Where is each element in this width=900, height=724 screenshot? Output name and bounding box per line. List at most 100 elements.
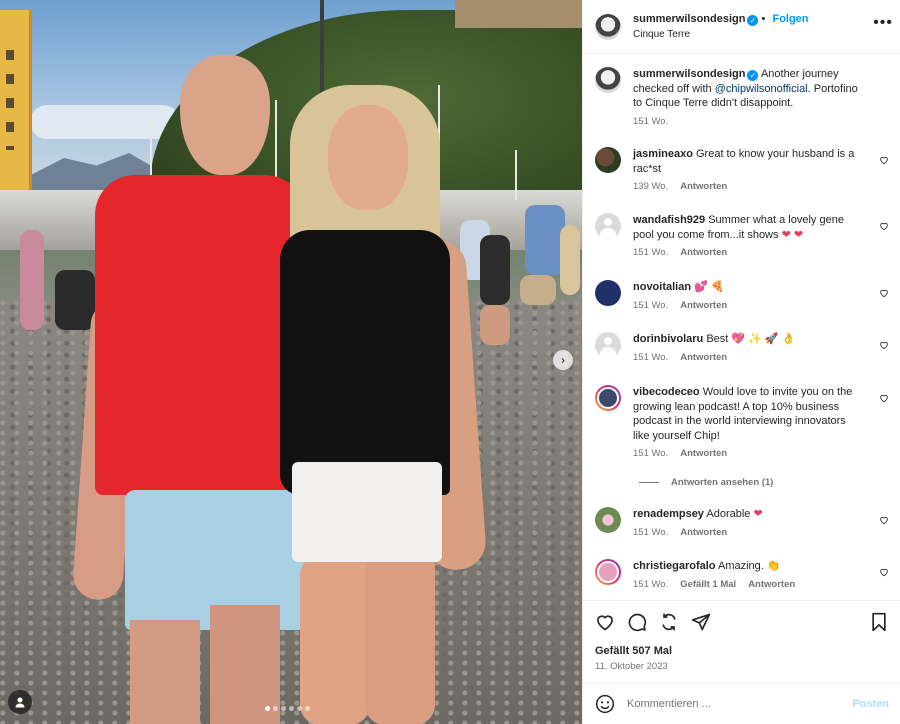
commenter-avatar[interactable] [595,213,621,239]
photo-fort [455,0,582,28]
comment-item: dorinbivolaru Best 💖 ✨ 🚀 👌 151 Wo. Antwor… [595,332,891,365]
comment-age: 151 Wo. [633,526,669,538]
comment-body: renadempsey Adorable ❤ 151 Wo. Antworten [633,507,863,540]
comment-username[interactable]: novoitalian [633,281,691,293]
comment-age: 151 Wo. [633,578,669,590]
emoji-icon[interactable] [595,694,615,714]
comment-emoji: ❤ [753,508,763,520]
heart-outline-icon[interactable] [879,221,889,231]
like-count[interactable]: Gefällt 507 Mal [595,645,889,657]
heart-outline-icon[interactable] [879,393,889,403]
author-username[interactable]: summerwilsondesign [633,13,745,25]
woman-black-top [280,230,450,495]
comment-username[interactable]: wandafish929 [633,214,705,226]
woman-leg [365,545,435,724]
comment-body: wandafish929 Summer what a lovely gene p… [633,213,863,261]
comment-item: christiegarofalo Amazing. 👏 151 Wo. Gefäl… [595,559,891,592]
author-avatar[interactable] [595,67,621,93]
heart-outline-icon[interactable] [879,567,889,577]
carousel-dots [265,706,310,711]
follow-button[interactable]: Folgen [772,13,808,25]
commenter-avatar[interactable] [595,332,621,358]
reply-button[interactable]: Antworten [680,180,727,195]
heart-outline-icon[interactable] [879,155,889,165]
heart-outline-icon[interactable] [879,515,889,525]
replies-divider [639,482,659,483]
post-button[interactable]: Posten [852,698,889,710]
comment-age: 151 Wo. [633,351,669,363]
comment-body: dorinbivolaru Best 💖 ✨ 🚀 👌 151 Wo. Antwor… [633,332,863,365]
comment-age: 151 Wo. [633,448,669,459]
post-date: 11. Oktober 2023 [595,661,668,672]
view-replies-label: Antworten ansehen (1) [671,477,774,488]
author-avatar[interactable] [595,13,621,40]
reply-button[interactable]: Antworten [748,578,795,593]
photo-stroller [55,270,95,330]
comment-username[interactable]: christiegarofalo [633,560,716,572]
bookmark-icon[interactable] [869,612,889,632]
reply-button[interactable]: Antworten [680,246,727,261]
comment-age: 139 Wo. [633,181,669,192]
comment-item: renadempsey Adorable ❤ 151 Wo. Antworten [595,507,891,540]
comment-text: Best [706,333,729,345]
caption-body: summerwilsondesign ✓ Another journey chec… [633,67,863,129]
reply-button[interactable]: Antworten [680,351,727,366]
reply-button[interactable]: Antworten [680,299,727,314]
post-header: summerwilsondesign ✓ • Folgen Cinque Terr… [583,0,900,54]
carousel-dot[interactable] [305,706,310,711]
caption-username[interactable]: summerwilsondesign [633,68,745,80]
comment-emoji: 💕 🍕 [694,281,725,293]
comment-username[interactable]: renadempsey [633,508,704,520]
post-caption: summerwilsondesign ✓ Another journey chec… [595,67,891,129]
comment-username[interactable]: jasmineaxo [633,148,693,160]
next-arrow-icon[interactable]: › [553,350,573,370]
comment-like-count[interactable]: Gefällt 1 Mal [680,578,736,593]
share-icon[interactable] [659,612,679,632]
reply-button[interactable]: Antworten [680,526,727,541]
add-comment-bar: Posten [583,683,900,724]
carousel-dot[interactable] [265,706,270,711]
caption-mention[interactable]: @chipwilsonofficial [715,83,808,95]
post-photo[interactable]: › [0,0,582,724]
comment-age: 151 Wo. [633,299,669,311]
comment-emoji: 👏 [766,560,781,572]
photo-cloud [30,105,180,139]
carousel-dot[interactable] [289,706,294,711]
comment-body: jasmineaxo Great to know your husband is… [633,147,863,195]
comment-item: vibecodeceo Would love to invite you on … [595,385,891,462]
comment-item: novoitalian 💕 🍕 151 Wo. Antworten [595,280,891,313]
carousel-dot[interactable] [273,706,278,711]
heart-outline-icon[interactable] [879,288,889,298]
carousel-dot[interactable] [297,706,302,711]
more-options-icon[interactable]: ••• [873,14,893,32]
comment-username[interactable]: vibecodeceo [633,386,700,398]
reply-button[interactable]: Antworten [680,447,727,462]
commenter-avatar[interactable] [595,385,621,411]
woman-leg [300,555,370,724]
comment-item: jasmineaxo Great to know your husband is… [595,147,891,195]
comment-username[interactable]: dorinbivolaru [633,333,703,345]
comment-icon[interactable] [627,612,647,632]
commenter-avatar[interactable] [595,280,621,306]
comment-input[interactable] [627,698,853,710]
comments-list[interactable]: summerwilsondesign ✓ Another journey chec… [583,55,900,600]
carousel-dot[interactable] [281,706,286,711]
comment-body: vibecodeceo Would love to invite you on … [633,385,863,462]
action-icons [595,611,889,633]
post-side-panel: summerwilsondesign ✓ • Folgen Cinque Terr… [582,0,900,724]
man-red-shirt [95,175,305,495]
commenter-avatar[interactable] [595,559,621,585]
heart-outline-icon[interactable] [879,340,889,350]
comment-text: Adorable [706,508,751,520]
send-icon[interactable] [691,612,711,632]
commenter-avatar[interactable] [595,507,621,533]
woman-face [328,105,408,210]
view-replies-button[interactable]: Antworten ansehen (1) [639,477,773,488]
comment-emoji: 💖 ✨ 🚀 👌 [731,333,796,345]
woman-shorts [292,462,442,562]
photo-mast [515,150,517,200]
tag-user-icon[interactable] [8,690,32,714]
post-location[interactable]: Cinque Terre [633,27,809,42]
commenter-avatar[interactable] [595,147,621,173]
like-icon[interactable] [595,612,615,632]
